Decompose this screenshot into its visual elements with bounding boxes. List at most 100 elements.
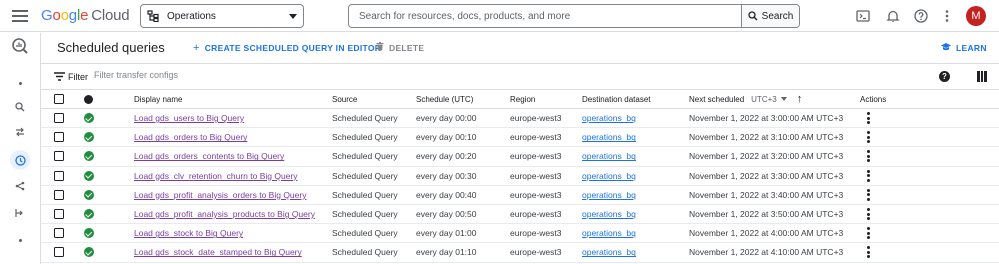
project-tree-icon	[147, 10, 159, 23]
display-name-cell: Load gds_clv_retention_churn to Big Quer…	[134, 167, 298, 185]
dataset-link[interactable]: operations_bq	[582, 209, 636, 219]
chevron-down-icon	[780, 97, 787, 101]
dataflow-icon[interactable]	[10, 203, 30, 223]
table-row[interactable]: Load gds_stock_date_stamped to Big Query…	[41, 243, 999, 263]
destination-cell: operations_bq	[582, 147, 636, 165]
column-header-source[interactable]: Source	[332, 90, 357, 108]
column-display-icon[interactable]	[977, 71, 988, 82]
table-row[interactable]: Load gds_orders_contents to Big Query Sch…	[41, 147, 999, 167]
bigquery-logo-icon[interactable]	[10, 36, 30, 56]
more-actions-icon[interactable]	[866, 131, 870, 144]
search-input[interactable]	[349, 5, 741, 27]
actions-cell	[866, 186, 870, 204]
next-scheduled-cell: November 1, 2022 at 3:50:00 AM UTC+3	[689, 209, 844, 220]
dataset-link[interactable]: operations_bq	[582, 247, 636, 257]
more-actions-icon[interactable]	[866, 246, 870, 259]
next-scheduled-cell: November 1, 2022 at 3:40:00 AM UTC+3	[689, 189, 844, 200]
more-actions-icon[interactable]	[866, 208, 870, 221]
region-cell: europe-west3	[510, 170, 562, 181]
row-checkbox[interactable]	[54, 189, 64, 200]
search-icon[interactable]	[10, 97, 30, 117]
row-checkbox[interactable]	[54, 228, 64, 239]
dataset-link[interactable]: operations_bq	[582, 228, 636, 238]
row-checkbox[interactable]	[54, 209, 64, 220]
project-selector[interactable]: Operations	[140, 4, 304, 28]
dataset-link[interactable]: operations_bq	[582, 151, 636, 161]
help-icon[interactable]: ?	[939, 71, 950, 82]
query-name-link[interactable]: Load gds_orders to Big Query	[134, 132, 247, 142]
scheduled-queries-icon[interactable]	[10, 150, 30, 170]
timezone-select[interactable]: UTC+3	[751, 95, 787, 104]
column-header-display-name[interactable]: Display name	[134, 90, 182, 108]
more-actions-icon[interactable]	[866, 188, 870, 201]
filter-input[interactable]	[94, 70, 394, 80]
query-name-link[interactable]: Load gds_profit_analysis_products to Big…	[134, 209, 315, 219]
transfers-icon[interactable]	[10, 122, 30, 142]
search-bar: Search	[348, 4, 800, 28]
more-actions-icon[interactable]	[866, 169, 870, 182]
select-all-checkbox[interactable]	[54, 94, 64, 104]
row-checkbox[interactable]	[54, 170, 64, 181]
column-header-next-scheduled[interactable]: Next scheduled UTC+3 ↑	[689, 90, 802, 108]
dataset-link[interactable]: operations_bq	[582, 171, 636, 181]
more-actions-icon[interactable]	[866, 150, 870, 163]
filter-icon[interactable]	[54, 72, 65, 81]
main-menu-icon[interactable]	[12, 8, 28, 24]
table-row[interactable]: Load gds_users to Big Query Scheduled Que…	[41, 109, 999, 129]
display-name-cell: Load gds_profit_analysis_products to Big…	[134, 205, 315, 223]
table-row[interactable]: Load gds_profit_analysis_orders to Big Q…	[41, 186, 999, 205]
create-scheduled-query-button[interactable]: + CREATE SCHEDULED QUERY IN EDITOR	[193, 42, 381, 54]
query-name-link[interactable]: Load gds_stock to Big Query	[134, 228, 243, 238]
query-name-link[interactable]: Load gds_profit_analysis_orders to Big Q…	[134, 190, 306, 200]
query-name-link[interactable]: Load gds_users to Big Query	[134, 113, 244, 123]
cloud-shell-icon[interactable]	[856, 9, 870, 23]
row-checkbox[interactable]	[54, 113, 64, 124]
query-name-link[interactable]: Load gds_orders_contents to Big Query	[134, 151, 284, 161]
region-cell: europe-west3	[510, 247, 562, 258]
column-header-schedule[interactable]: Schedule (UTC)	[416, 90, 473, 108]
timezone-value: UTC+3	[751, 94, 777, 104]
row-checkbox[interactable]	[54, 132, 64, 143]
help-icon[interactable]	[914, 9, 928, 23]
sort-ascending-icon[interactable]: ↑	[797, 93, 803, 105]
row-checkbox-cell	[54, 243, 64, 261]
table-row[interactable]: Load gds_profit_analysis_products to Big…	[41, 205, 999, 225]
more-actions-icon[interactable]	[866, 227, 870, 240]
status-cell	[84, 128, 94, 146]
display-name-cell: Load gds_orders_contents to Big Query	[134, 147, 284, 165]
next-scheduled-cell: November 1, 2022 at 4:10:00 AM UTC+3	[689, 247, 844, 258]
more-actions-icon[interactable]	[866, 112, 870, 125]
actions-cell	[866, 224, 870, 242]
learn-button[interactable]: LEARN	[941, 42, 987, 54]
destination-cell: operations_bq	[582, 205, 636, 223]
delete-button-label: DELETE	[389, 43, 425, 53]
delete-button[interactable]: DELETE	[376, 42, 424, 54]
column-header-region[interactable]: Region	[510, 90, 535, 108]
search-button[interactable]: Search	[741, 5, 799, 27]
school-icon	[941, 42, 951, 54]
query-name-link[interactable]: Load gds_stock_date_stamped to Big Query	[134, 247, 302, 257]
table-row[interactable]: Load gds_clv_retention_churn to Big Quer…	[41, 167, 999, 186]
row-checkbox[interactable]	[54, 247, 64, 258]
table-row[interactable]: Load gds_orders to Big Query Scheduled Qu…	[41, 128, 999, 148]
table-row[interactable]: Load gds_stock to Big Query Scheduled Que…	[41, 224, 999, 244]
actions-cell	[866, 109, 870, 127]
notifications-icon[interactable]	[886, 9, 900, 23]
region-cell: europe-west3	[510, 228, 562, 239]
actions-cell	[866, 147, 870, 165]
region-cell: europe-west3	[510, 151, 562, 162]
row-checkbox-cell	[54, 224, 64, 242]
analytics-hub-icon[interactable]	[10, 176, 30, 196]
dataset-link[interactable]: operations_bq	[582, 132, 636, 142]
query-name-link[interactable]: Load gds_clv_retention_churn to Big Quer…	[134, 171, 298, 181]
actions-cell	[866, 128, 870, 146]
avatar[interactable]: M	[966, 6, 986, 26]
google-cloud-logo[interactable]: Google Cloud	[41, 7, 130, 24]
column-header-destination[interactable]: Destination dataset	[582, 90, 651, 108]
more-vert-icon[interactable]	[940, 9, 954, 23]
row-checkbox-cell	[54, 167, 64, 185]
dataset-link[interactable]: operations_bq	[582, 113, 636, 123]
row-checkbox-cell	[54, 147, 64, 165]
dataset-link[interactable]: operations_bq	[582, 190, 636, 200]
row-checkbox[interactable]	[54, 151, 64, 162]
